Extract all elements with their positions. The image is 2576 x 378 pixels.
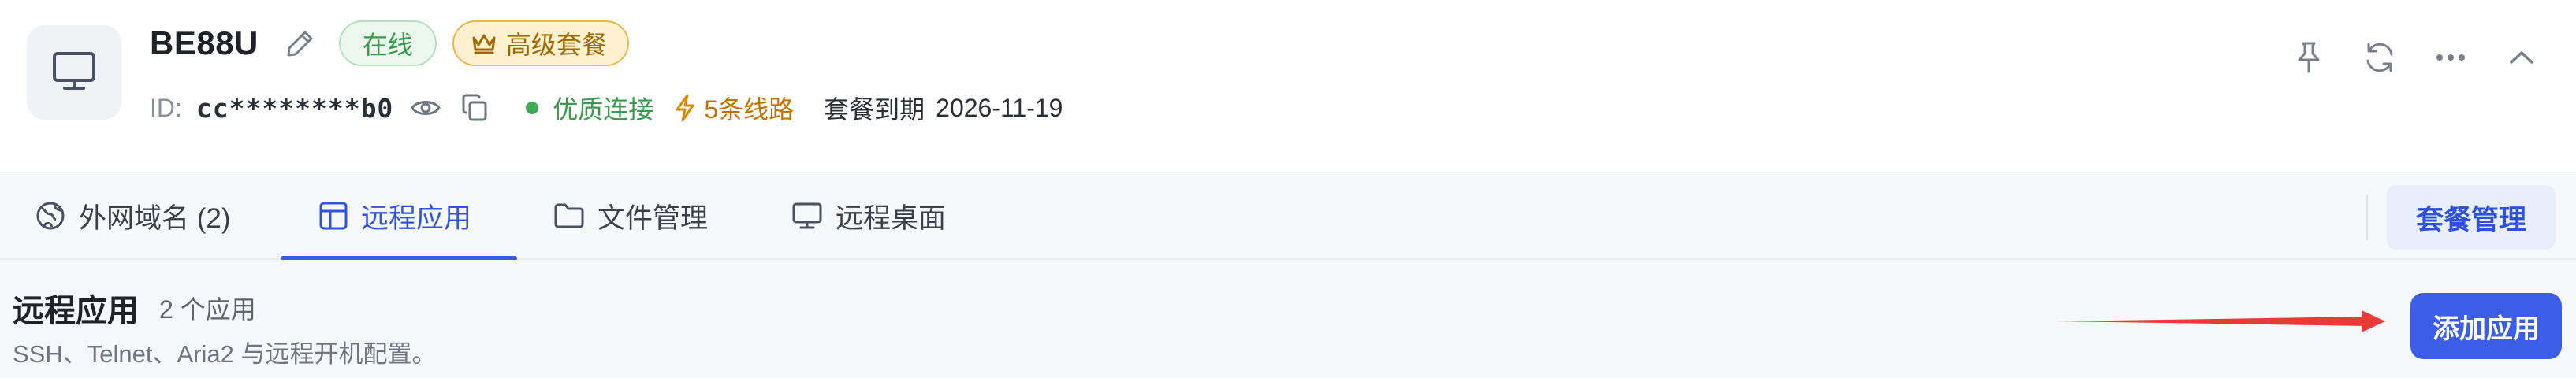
app-layout-icon xyxy=(318,201,348,231)
id-label: ID: xyxy=(150,93,182,122)
device-name: BE88U xyxy=(150,24,259,61)
section-description: SSH、Telnet、Aria2 与远程开机配置。 xyxy=(13,340,437,368)
edit-name-icon[interactable] xyxy=(282,25,318,61)
device-header: BE88U 在线 高级套餐 ID: cc********b0 优质连接 5条线路… xyxy=(0,0,2576,172)
expiry-label: 套餐到期 xyxy=(824,95,925,124)
annotation-arrow-icon xyxy=(2057,306,2388,341)
tab-label: 外网域名 (2) xyxy=(79,202,231,234)
plan-badge-label: 高级套餐 xyxy=(505,31,607,59)
device-meta-row: ID: cc********b0 优质连接 5条线路 套餐到期 2026-11-… xyxy=(150,87,1063,129)
tabs-bar: 外网域名 (2) 远程应用 文件管理 远程桌面 套餐管理 xyxy=(0,172,2576,261)
tab-file-manager[interactable]: 文件管理 xyxy=(553,172,708,259)
plan-management-button[interactable]: 套餐管理 xyxy=(2387,185,2556,250)
tab-label: 文件管理 xyxy=(597,202,709,234)
header-actions xyxy=(2289,38,2541,77)
device-panel: BE88U 在线 高级套餐 ID: cc********b0 优质连接 5条线路… xyxy=(0,0,2576,378)
eye-icon[interactable] xyxy=(409,91,442,124)
routes-label: 5条线路 xyxy=(704,95,795,124)
connection-quality-label: 优质连接 xyxy=(553,95,654,124)
tab-label: 远程应用 xyxy=(361,202,472,234)
remote-apps-section: 远程应用 2 个应用 SSH、Telnet、Aria2 与远程开机配置。 添加应… xyxy=(0,260,2576,378)
monitor-icon xyxy=(791,202,823,230)
id-value: cc********b0 xyxy=(195,92,394,124)
pin-icon[interactable] xyxy=(2289,38,2328,77)
globe-icon xyxy=(35,200,66,232)
collapse-icon[interactable] xyxy=(2502,38,2541,77)
tab-remote-apps[interactable]: 远程应用 xyxy=(281,172,517,261)
tab-remote-desktop[interactable]: 远程桌面 xyxy=(791,172,946,259)
section-title: 远程应用 xyxy=(13,294,139,328)
connection-dot-icon xyxy=(526,102,539,114)
status-badge: 在线 xyxy=(338,20,437,66)
app-count: 2 个应用 xyxy=(159,295,256,324)
crown-icon xyxy=(471,32,497,54)
connection-quality: 优质连接 xyxy=(526,90,653,126)
title-row: BE88U 在线 高级套餐 xyxy=(150,19,629,68)
tab-label: 远程桌面 xyxy=(836,202,947,234)
lightning-icon xyxy=(674,94,696,122)
add-app-button[interactable]: 添加应用 xyxy=(2410,293,2562,359)
copy-icon[interactable] xyxy=(458,91,491,124)
more-icon[interactable] xyxy=(2431,38,2470,77)
monitor-icon xyxy=(51,50,97,95)
routes-info: 5条线路 xyxy=(674,90,794,126)
plan-badge: 高级套餐 xyxy=(452,20,629,66)
expiry-date: 2026-11-19 xyxy=(936,93,1063,122)
folder-icon xyxy=(553,202,585,229)
device-avatar xyxy=(27,25,121,120)
tab-domains[interactable]: 外网域名 (2) xyxy=(35,172,231,259)
tabs-divider xyxy=(2366,195,2368,240)
refresh-icon[interactable] xyxy=(2360,38,2399,77)
